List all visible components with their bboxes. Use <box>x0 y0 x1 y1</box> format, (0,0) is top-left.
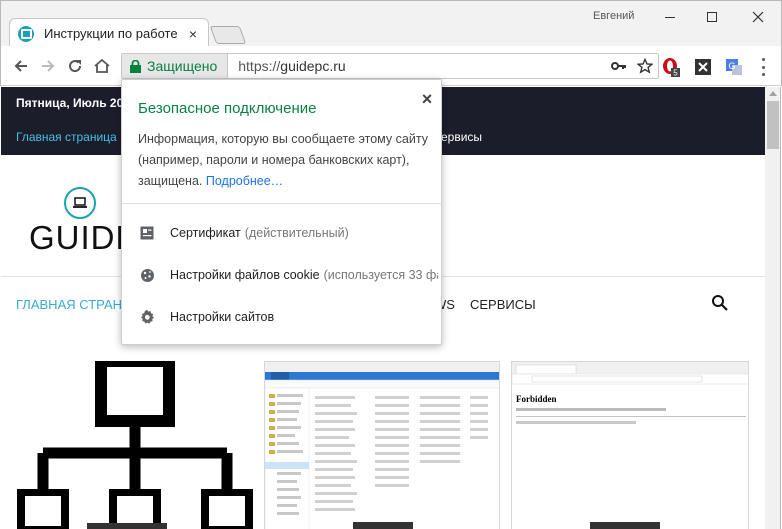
page-scrollbar[interactable] <box>765 87 781 529</box>
browser-menu-button[interactable] <box>759 58 767 76</box>
url-scheme: https:// <box>238 58 281 74</box>
forward-button[interactable] <box>38 56 58 76</box>
site-settings-label: Настройки сайтов <box>170 310 275 324</box>
url-host: guidepc.ru <box>280 58 346 74</box>
scroll-thumb[interactable] <box>767 101 779 149</box>
extension-button[interactable] <box>693 57 713 77</box>
title-bar: Инструкции по работе с × Евгений <box>0 0 782 48</box>
opera-extension-button[interactable]: 5 <box>661 57 681 77</box>
tab-title: Инструкции по работе с <box>44 26 180 41</box>
certificate-icon <box>138 224 156 242</box>
forward-arrow-icon <box>42 60 55 72</box>
key-icon <box>611 62 626 70</box>
minimize-button[interactable] <box>655 7 685 27</box>
profile-name[interactable]: Евгений <box>593 10 634 22</box>
site-date: Пятница, Июль 20, <box>16 96 127 110</box>
opera-extension-icon: 5 <box>663 58 680 78</box>
maximize-button[interactable] <box>697 7 727 27</box>
close-icon <box>752 11 764 23</box>
star-icon <box>637 58 653 74</box>
certificate-status: (действительный) <box>244 226 349 240</box>
mainnav-home-link[interactable]: ГЛАВНАЯ СТРАНИ <box>16 297 131 312</box>
article-thumbnail-forbidden[interactable]: Forbidden <box>511 361 749 529</box>
favicon-icon <box>18 25 34 42</box>
back-arrow-icon <box>14 60 27 72</box>
back-button[interactable] <box>11 56 31 76</box>
forbidden-page-screenshot: Forbidden <box>512 362 748 529</box>
certificate-row[interactable]: Сертификат (действительный) <box>138 223 438 243</box>
article-thumbnail-explorer[interactable] <box>264 361 500 529</box>
settings-gear-icon <box>138 308 156 326</box>
new-tab-button[interactable] <box>209 26 247 44</box>
tab-close-button[interactable]: × <box>186 26 200 42</box>
network-diagram-image <box>17 361 253 529</box>
popup-description: Информация, которую вы сообщаете этому с… <box>138 129 433 192</box>
popup-divider <box>122 203 441 204</box>
reload-button[interactable] <box>65 56 85 76</box>
certificate-label: Сертификат <box>170 226 241 240</box>
secure-label: Защищено <box>147 58 218 74</box>
forbidden-heading: Forbidden <box>516 394 557 404</box>
lock-icon <box>130 59 141 73</box>
browser-tab[interactable]: Инструкции по работе с × <box>9 18 209 48</box>
site-info-button[interactable]: Защищено <box>122 54 229 78</box>
mainnav-services-link[interactable]: СЕРВИСЫ <box>470 297 536 312</box>
popup-title: Безопасное подключение <box>138 100 317 117</box>
extension-icon <box>695 59 711 75</box>
svg-text:G: G <box>728 61 735 71</box>
url-text[interactable]: https://guidepc.ru <box>238 58 606 74</box>
cookies-row[interactable]: Настройки файлов cookie (используется 33… <box>138 265 438 285</box>
home-button[interactable] <box>92 56 112 76</box>
bookmark-star-button[interactable] <box>632 54 658 78</box>
topnav-home-link[interactable]: Главная страница <box>16 130 117 144</box>
close-window-button[interactable] <box>743 7 773 27</box>
cookies-status: (используется 33 фай <box>323 268 438 282</box>
reload-icon <box>69 60 82 73</box>
site-search-button[interactable] <box>711 294 731 314</box>
translate-button[interactable]: G <box>724 57 744 77</box>
home-icon <box>94 58 110 73</box>
article-thumbnail-network[interactable] <box>17 361 253 529</box>
extension-badge: 5 <box>673 69 678 78</box>
search-icon <box>712 295 728 311</box>
password-key-button[interactable] <box>606 54 632 78</box>
menu-icon <box>761 58 765 61</box>
logo-laptop-icon <box>64 187 96 219</box>
topnav-services-link[interactable]: ервисы <box>441 130 482 144</box>
learn-more-link[interactable]: Подробнее… <box>206 174 283 188</box>
translate-icon: G <box>726 59 742 75</box>
site-settings-row[interactable]: Настройки сайтов <box>138 307 438 327</box>
address-bar[interactable]: Защищено https://guidepc.ru <box>121 53 659 79</box>
file-explorer-screenshot <box>265 362 499 529</box>
scroll-up-arrow[interactable] <box>769 91 777 96</box>
cookies-label: Настройки файлов cookie <box>170 268 320 282</box>
site-info-popup: Безопасное подключение × Информация, кот… <box>121 79 442 345</box>
popup-close-button[interactable]: × <box>418 90 436 108</box>
cookie-icon <box>138 266 156 284</box>
